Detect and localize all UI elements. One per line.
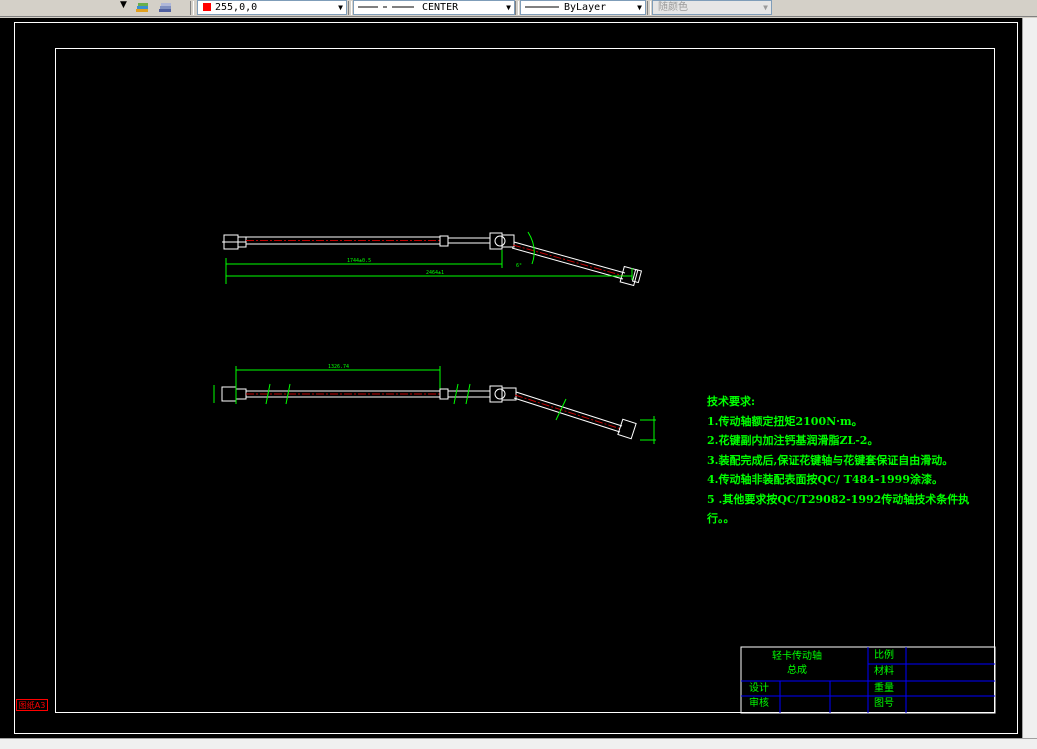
review-label: 审核 [749, 698, 769, 709]
horizontal-scrollbar[interactable] [0, 738, 1037, 749]
layer-previous-icon[interactable] [157, 0, 173, 14]
linetype-preview-icon [358, 6, 414, 8]
chevron-down-icon: ▼ [763, 3, 768, 12]
driveshaft-top-view: 1744±0.5 2464±1 6° [222, 231, 643, 287]
color-swatch [203, 3, 211, 11]
toolbar-separator [515, 1, 519, 15]
linetype-control-dropdown[interactable]: CENTER ▼ [353, 0, 515, 15]
tech-line: 2.花键副内加注钙基润滑脂ZL-2。 [707, 434, 879, 447]
lineweight-preview-icon [525, 6, 559, 8]
tech-line: 3.装配完成后,保证花键轴与花键套保证自由滑动。 [707, 453, 954, 467]
lineweight-value: ByLayer [564, 2, 607, 13]
design-label: 设计 [749, 683, 769, 694]
paper-size-label: 图纸A3 [16, 699, 48, 711]
plotstyle-value: 随颜色 [658, 2, 688, 13]
drawing-no-label: 图号 [874, 698, 894, 709]
chevron-down-icon: ▼ [338, 3, 343, 12]
tech-line: 行。。 [707, 512, 735, 525]
drawing-name-line2: 总成 [787, 665, 807, 676]
chevron-down-icon: ▼ [637, 3, 642, 12]
tech-line: 技术要求: [707, 395, 756, 408]
toolbar-separator [647, 1, 651, 15]
toolbar-separator [190, 1, 194, 15]
drawing-canvas[interactable]: 1744±0.5 2464±1 6° 1326.74 技术要求: 1.传动轴额定… [0, 18, 1022, 738]
plotstyle-control-dropdown: 随颜色 ▼ [652, 0, 772, 15]
linetype-value: CENTER [422, 2, 459, 13]
layer-states-icon[interactable] [134, 0, 150, 14]
tech-line: 5 .其他要求按QC/T29082-1992传动轴技术条件执 [707, 492, 970, 506]
layer-dropdown-arrow-icon[interactable]: ▼ [120, 0, 127, 10]
properties-toolbar: ▼ 255,0,0 ▼ CENTER ▼ ByLayer ▼ 随颜色 ▼ [0, 0, 1037, 17]
driveshaft-side-view: 1326.74 [213, 364, 656, 444]
color-value: 255,0,0 [215, 2, 258, 13]
dim-text: 1744±0.5 [347, 258, 371, 264]
color-control-dropdown[interactable]: 255,0,0 ▼ [197, 0, 347, 15]
scale-label: 比例 [874, 650, 894, 661]
technical-requirements: 技术要求: 1.传动轴额定扭矩2100N·m。 2.花键副内加注钙基润滑脂ZL-… [707, 392, 970, 529]
dim-text: 6° [516, 263, 522, 269]
material-label: 材料 [874, 666, 894, 677]
drawing-name-line1: 轻卡传动轴 [772, 651, 822, 662]
dim-text: 2464±1 [426, 270, 444, 276]
toolbar-separator [348, 1, 352, 15]
lineweight-control-dropdown[interactable]: ByLayer ▼ [520, 0, 646, 15]
title-block: 轻卡传动轴 总成 比例 材料 设计 审核 重量 图号 [741, 647, 995, 713]
dim-text: 1326.74 [328, 364, 349, 370]
tech-line: 1.传动轴额定扭矩2100N·m。 [707, 414, 863, 428]
weight-label: 重量 [874, 683, 894, 694]
tech-line: 4.传动轴非装配表面按QC/ T484-1999涂漆。 [707, 473, 943, 486]
chevron-down-icon: ▼ [506, 3, 511, 12]
vertical-scrollbar[interactable] [1022, 18, 1037, 738]
driveshaft-views: 1744±0.5 2464±1 6° 1326.74 [213, 231, 996, 714]
